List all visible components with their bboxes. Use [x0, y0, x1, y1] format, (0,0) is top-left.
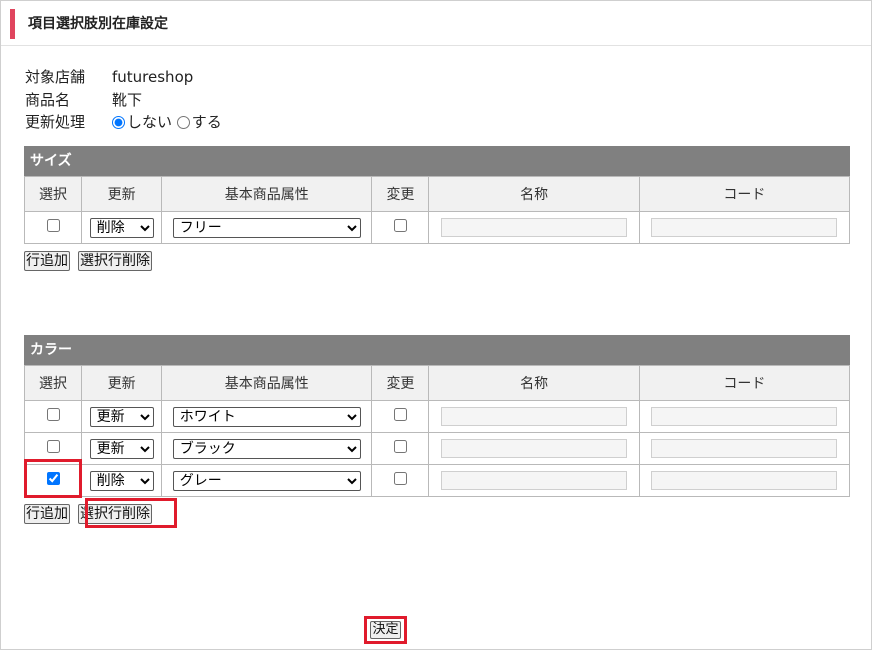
cell-name: [428, 211, 640, 244]
col-name: 名称: [428, 176, 640, 212]
cell-attribute: ブラック: [161, 432, 373, 465]
attribute-select[interactable]: グレー: [172, 470, 361, 491]
col-update: 更新: [81, 365, 163, 401]
cell-attribute: フリー: [161, 211, 373, 244]
radio-update[interactable]: [176, 116, 190, 129]
cell-change: [371, 211, 430, 244]
code-input[interactable]: [651, 471, 838, 490]
attribute-select[interactable]: ホワイト: [172, 406, 361, 427]
size-table-header: 選択 更新 基本商品属性 変更 名称 コード: [23, 176, 851, 212]
change-checkbox[interactable]: [393, 440, 407, 453]
row-select-checkbox[interactable]: [46, 440, 60, 453]
update-select[interactable]: 削除: [89, 217, 154, 238]
attribute-select[interactable]: フリー: [172, 217, 361, 238]
size-table: 選択 更新 基本商品属性 変更 名称 コード 削除 フリー: [23, 176, 851, 244]
col-attribute: 基本商品属性: [161, 176, 373, 212]
color-table: 選択 更新 基本商品属性 変更 名称 コード 更新 ホワイト 更新 ブラック 削…: [23, 365, 851, 497]
shop-value: futureshop: [112, 68, 194, 86]
color-button-row: 行追加 選択行削除: [24, 503, 850, 524]
shop-label: 対象店舗: [25, 68, 86, 86]
radio-no-label: しない: [127, 113, 173, 131]
cell-select: [23, 211, 83, 244]
cell-update: 削除: [81, 464, 163, 497]
name-input[interactable]: [441, 439, 628, 458]
col-name: 名称: [428, 365, 640, 401]
radio-yes-label: する: [191, 113, 222, 131]
col-code: コード: [638, 365, 851, 401]
info-update-row: 更新処理 しない する: [25, 111, 222, 133]
color-add-row-button[interactable]: 行追加: [24, 504, 70, 524]
cell-attribute: グレー: [161, 464, 373, 497]
cell-update: 更新: [81, 432, 163, 465]
table-row: 更新 ブラック: [23, 432, 851, 465]
code-input[interactable]: [651, 218, 838, 237]
color-delete-selected-button[interactable]: 選択行削除: [78, 504, 152, 524]
cell-name: [428, 400, 640, 433]
product-label: 商品名: [25, 91, 71, 109]
cell-select: [23, 432, 83, 465]
cell-change: [371, 432, 430, 465]
col-attribute: 基本商品属性: [161, 365, 373, 401]
change-checkbox[interactable]: [393, 219, 407, 232]
row-select-checkbox[interactable]: [46, 408, 60, 421]
col-change: 変更: [371, 176, 430, 212]
update-mode-label: 更新処理: [25, 113, 86, 131]
change-checkbox[interactable]: [393, 472, 407, 485]
info-product-row: 商品名 靴下: [25, 89, 142, 111]
change-checkbox[interactable]: [393, 408, 407, 421]
update-select[interactable]: 更新: [89, 438, 154, 459]
page-title: 項目選択肢別在庫設定: [10, 9, 870, 39]
code-input[interactable]: [651, 407, 838, 426]
table-row: 更新 ホワイト: [23, 400, 851, 433]
size-section-header: サイズ: [24, 146, 850, 176]
cell-code: [638, 464, 851, 497]
cell-update: 更新: [81, 400, 163, 433]
cell-change: [371, 464, 430, 497]
cell-name: [428, 432, 640, 465]
product-value: 靴下: [112, 91, 143, 109]
cell-name: [428, 464, 640, 497]
cell-update: 削除: [81, 211, 163, 244]
cell-attribute: ホワイト: [161, 400, 373, 433]
col-select: 選択: [23, 365, 83, 401]
name-input[interactable]: [441, 471, 628, 490]
cell-select: [23, 400, 83, 433]
cell-select: [23, 464, 83, 497]
name-input[interactable]: [441, 218, 628, 237]
cell-code: [638, 432, 851, 465]
title-divider: [1, 45, 871, 46]
info-shop-row: 対象店舗 futureshop: [25, 66, 193, 88]
update-select[interactable]: 更新: [89, 406, 154, 427]
radio-no-update[interactable]: [112, 116, 125, 129]
col-code: コード: [638, 176, 851, 212]
col-select: 選択: [23, 176, 83, 212]
attribute-select[interactable]: ブラック: [172, 438, 361, 459]
size-section: サイズ 選択 更新 基本商品属性 変更 名称 コード 削除 フリー 行追加 選択…: [23, 146, 851, 271]
row-select-checkbox[interactable]: [46, 472, 60, 485]
row-select-checkbox[interactable]: [46, 219, 60, 232]
col-change: 変更: [371, 365, 430, 401]
cell-code: [638, 400, 851, 433]
highlight-submit-box: 決定: [364, 616, 407, 644]
code-input[interactable]: [651, 439, 838, 458]
table-row: 削除 グレー: [23, 464, 851, 497]
size-button-row: 行追加 選択行削除: [24, 250, 850, 271]
size-delete-selected-button[interactable]: 選択行削除: [78, 251, 152, 271]
cell-change: [371, 400, 430, 433]
name-input[interactable]: [441, 407, 628, 426]
color-table-header: 選択 更新 基本商品属性 変更 名称 コード: [23, 365, 851, 401]
table-row: 削除 フリー: [23, 211, 851, 244]
cell-code: [638, 211, 851, 244]
update-select[interactable]: 削除: [89, 470, 154, 491]
submit-button[interactable]: 決定: [370, 621, 401, 639]
color-section: カラー 選択 更新 基本商品属性 変更 名称 コード 更新 ホワイト 更新 ブラ…: [23, 335, 851, 524]
color-section-header: カラー: [24, 335, 850, 365]
size-add-row-button[interactable]: 行追加: [24, 251, 70, 271]
col-update: 更新: [81, 176, 163, 212]
